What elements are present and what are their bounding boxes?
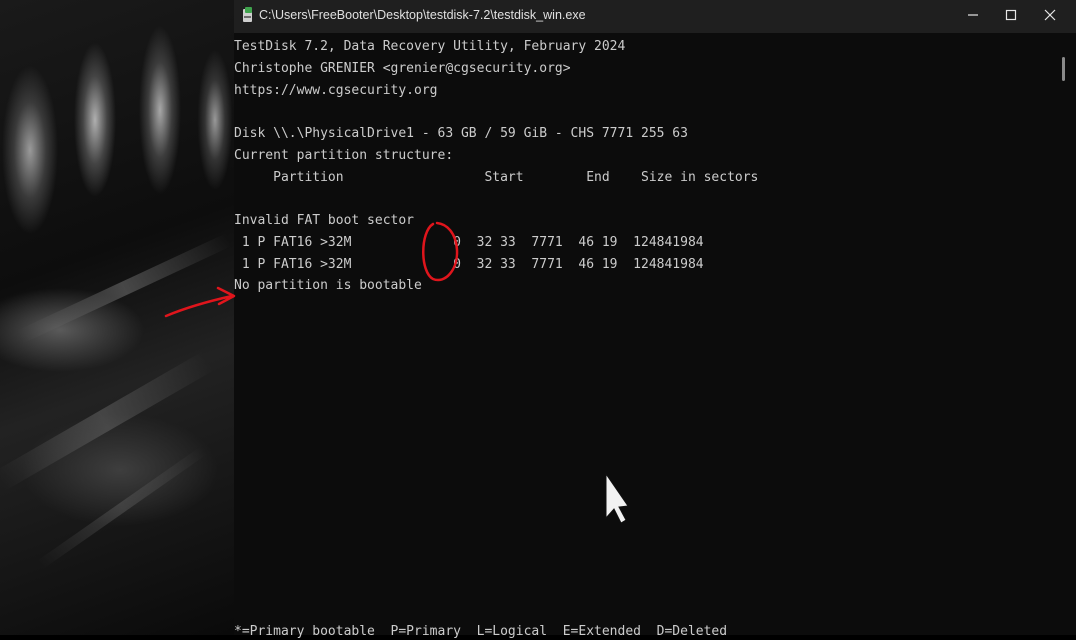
minimize-button[interactable]	[953, 0, 993, 30]
header-line-url: https://www.cgsecurity.org	[234, 83, 438, 98]
wallpaper-streak	[37, 446, 207, 570]
boot-sector-message: Invalid FAT boot sector	[234, 213, 415, 228]
bootable-status: No partition is bootable	[234, 278, 422, 293]
partition-type-legend: *=Primary bootable P=Primary L=Logical E…	[234, 624, 728, 639]
console-window: C:\Users\FreeBooter\Desktop\testdisk-7.2…	[234, 0, 1076, 639]
console-output[interactable]: TestDisk 7.2, Data Recovery Utility, Feb…	[234, 33, 1056, 639]
disk-info: Disk \\.\PhysicalDrive1 - 63 GB / 59 GiB…	[234, 126, 688, 141]
testdisk-app-icon	[243, 7, 252, 22]
partition-row: 1 P FAT16 >32M 0 32 33 7771 46 19 124841…	[234, 257, 704, 272]
maximize-icon	[1005, 9, 1017, 21]
header-line-author: Christophe GRENIER <grenier@cgsecurity.o…	[234, 61, 571, 76]
mouse-pointer-icon	[605, 472, 628, 524]
window-title: C:\Users\FreeBooter\Desktop\testdisk-7.2…	[259, 8, 586, 22]
minimize-icon	[968, 14, 978, 16]
wallpaper-streak	[17, 233, 232, 344]
vertical-scrollbar[interactable]	[1056, 33, 1076, 635]
close-button[interactable]	[1030, 0, 1070, 30]
maximize-button[interactable]	[991, 0, 1031, 30]
header-line-title: TestDisk 7.2, Data Recovery Utility, Feb…	[234, 39, 626, 54]
partition-structure-label: Current partition structure:	[234, 148, 454, 163]
partition-row: 1 P FAT16 >32M 0 32 33 7771 46 19 124841…	[234, 235, 704, 250]
title-bar[interactable]: C:\Users\FreeBooter\Desktop\testdisk-7.2…	[234, 0, 1076, 33]
desktop-wallpaper	[0, 0, 234, 635]
partition-table-header: Partition Start End Size in sectors	[234, 170, 759, 185]
scrollbar-thumb[interactable]	[1062, 57, 1065, 81]
close-icon	[1044, 9, 1056, 21]
